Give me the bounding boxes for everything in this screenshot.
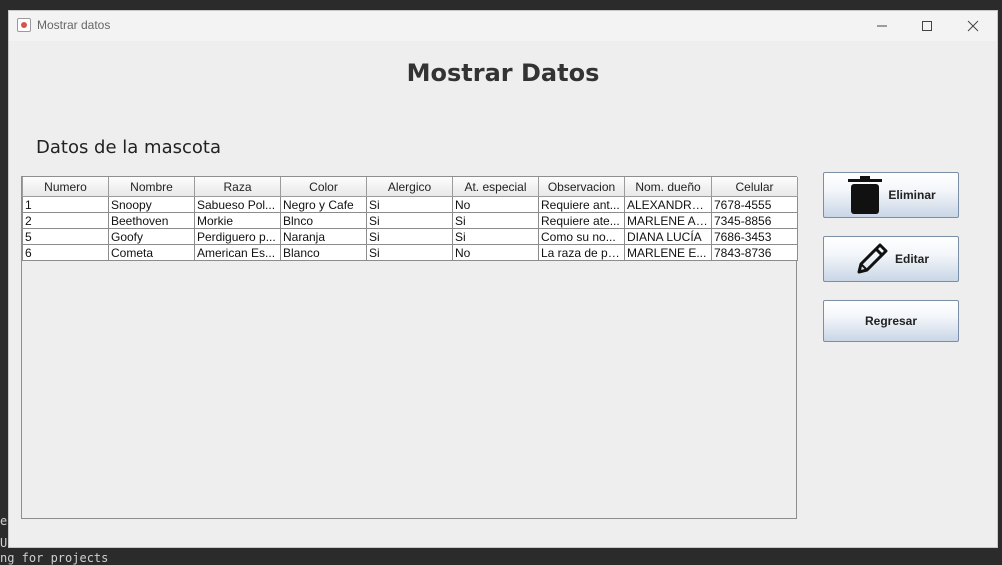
minimize-button[interactable] [867, 15, 897, 37]
table-row[interactable]: 1 Snoopy Sabueso Pol... Negro y Cafe Si … [22, 196, 798, 213]
table-cell[interactable]: Naranja [280, 228, 367, 245]
background-terminal-line: U [0, 536, 8, 550]
table-cell[interactable]: Sabueso Pol... [194, 196, 281, 213]
table-cell[interactable]: ALEXANDRA ... [624, 196, 712, 213]
edit-button[interactable]: Editar [823, 236, 959, 282]
java-app-icon [17, 18, 31, 32]
table-cell[interactable]: Snoopy [108, 196, 195, 213]
back-button[interactable]: Regresar [823, 300, 959, 342]
edit-button-label: Editar [894, 252, 929, 266]
table-cell[interactable]: Requiere ate... [538, 212, 625, 229]
table-cell[interactable]: Si [452, 212, 539, 229]
table-cell[interactable]: Morkie [194, 212, 281, 229]
title-bar[interactable]: Mostrar datos [9, 11, 997, 41]
column-header-observacion[interactable]: Observacion [538, 177, 625, 197]
table-header-row: Numero Nombre Raza Color Alergico At. es… [22, 177, 798, 197]
table-cell[interactable]: Si [452, 228, 539, 245]
back-button-label: Regresar [864, 314, 918, 328]
column-header-at-especial[interactable]: At. especial [452, 177, 539, 197]
table-cell[interactable]: Blnco [280, 212, 367, 229]
delete-button[interactable]: Eliminar [823, 172, 959, 218]
background-terminal-line: ng for projects [0, 551, 109, 565]
column-header-raza[interactable]: Raza [194, 177, 281, 197]
table-cell[interactable]: American Es... [194, 244, 281, 261]
maximize-button[interactable] [912, 15, 942, 37]
table-cell[interactable]: 5 [22, 228, 109, 245]
table-cell[interactable]: Goofy [108, 228, 195, 245]
column-header-nom-dueno[interactable]: Nom. dueño [624, 177, 712, 197]
table-cell[interactable]: No [452, 196, 539, 213]
close-icon [967, 20, 979, 32]
pets-table[interactable]: Numero Nombre Raza Color Alergico At. es… [22, 177, 798, 261]
table-cell[interactable]: DIANA LUCÍA [624, 228, 712, 245]
table-cell[interactable]: Como su no... [538, 228, 625, 245]
pets-table-scrollpane[interactable]: Numero Nombre Raza Color Alergico At. es… [21, 176, 798, 519]
table-cell[interactable]: 6 [22, 244, 109, 261]
section-title: Datos de la mascota [36, 137, 221, 158]
table-cell[interactable]: Si [366, 196, 453, 213]
window-title: Mostrar datos [37, 18, 111, 32]
table-cell[interactable]: Requiere ant... [538, 196, 625, 213]
minimize-icon [877, 25, 887, 27]
table-cell[interactable]: Beethoven [108, 212, 195, 229]
table-cell[interactable]: 7843-8736 [711, 244, 798, 261]
table-cell[interactable]: Cometa [108, 244, 195, 261]
delete-button-label: Eliminar [888, 188, 936, 202]
table-cell[interactable]: Si [366, 212, 453, 229]
table-cell[interactable]: La raza de pe... [538, 244, 625, 261]
table-cell[interactable]: 7678-4555 [711, 196, 798, 213]
table-cell[interactable]: MARLENE AL... [624, 212, 712, 229]
page-title: Mostrar Datos [406, 59, 600, 87]
pencil-icon [853, 240, 891, 278]
table-cell[interactable]: 7686-3453 [711, 228, 798, 245]
table-cell[interactable]: 1 [22, 196, 109, 213]
app-window: Mostrar datos Mostrar Datos Datos de la … [8, 10, 998, 548]
table-cell[interactable]: Blanco [280, 244, 367, 261]
column-header-nombre[interactable]: Nombre [108, 177, 195, 197]
column-header-alergico[interactable]: Alergico [366, 177, 453, 197]
trash-icon [846, 176, 884, 214]
table-cell[interactable]: MARLENE E... [624, 244, 712, 261]
column-header-color[interactable]: Color [280, 177, 367, 197]
table-cell[interactable]: Si [366, 244, 453, 261]
close-button[interactable] [958, 15, 988, 37]
column-header-celular[interactable]: Celular [711, 177, 798, 197]
table-row[interactable]: 5 Goofy Perdiguero p... Naranja Si Si Co… [22, 228, 798, 245]
table-cell[interactable]: No [452, 244, 539, 261]
maximize-icon [922, 21, 932, 31]
table-row[interactable]: 6 Cometa American Es... Blanco Si No La … [22, 244, 798, 261]
column-header-numero[interactable]: Numero [22, 177, 109, 197]
table-cell[interactable]: Si [366, 228, 453, 245]
table-cell[interactable]: Perdiguero p... [194, 228, 281, 245]
table-cell[interactable]: Negro y Cafe [280, 196, 367, 213]
table-cell[interactable]: 2 [22, 212, 109, 229]
table-row[interactable]: 2 Beethoven Morkie Blnco Si Si Requiere … [22, 212, 798, 229]
table-cell[interactable]: 7345-8856 [711, 212, 798, 229]
